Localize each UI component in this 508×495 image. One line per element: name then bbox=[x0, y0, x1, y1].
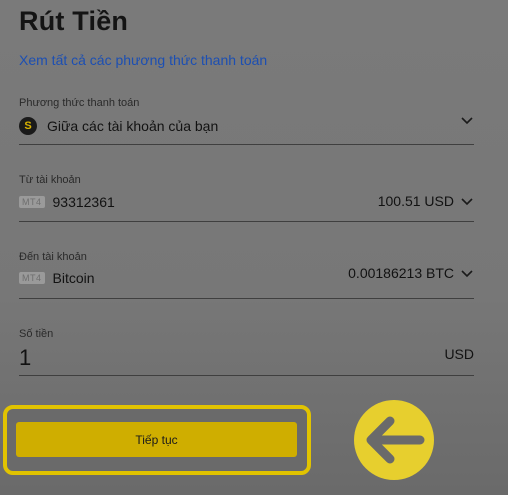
payment-method-label: Phương thức thanh toán bbox=[19, 97, 140, 109]
page-title: Rút Tiền bbox=[19, 6, 129, 36]
payment-method-select[interactable]: Phương thức thanh toán S Giữa các tài kh… bbox=[19, 97, 474, 145]
to-account-value-row: MT4 Bitcoin bbox=[19, 270, 95, 286]
platform-badge: MT4 bbox=[19, 272, 45, 284]
to-account-dropdown[interactable]: 0.00186213 BTC bbox=[348, 265, 474, 281]
withdraw-panel: Rút Tiền Xem tất cả các phương thức than… bbox=[0, 0, 508, 495]
divider bbox=[19, 144, 474, 145]
divider bbox=[19, 375, 474, 376]
chevron-down-icon bbox=[461, 270, 473, 278]
to-account-label: Đến tài khoản bbox=[19, 251, 87, 263]
from-account-value-row: MT4 93312361 bbox=[19, 194, 115, 210]
divider bbox=[19, 298, 474, 299]
payment-method-value: Giữa các tài khoản của bạn bbox=[47, 118, 219, 134]
amount-input[interactable]: 1 bbox=[19, 345, 31, 371]
coin-icon: S bbox=[19, 117, 37, 135]
amount-label: Số tiền bbox=[19, 328, 54, 340]
payment-method-value-row: S Giữa các tài khoản của bạn bbox=[19, 117, 218, 135]
arrow-pointer-circle bbox=[354, 400, 434, 480]
platform-badge: MT4 bbox=[19, 196, 45, 208]
view-all-payment-methods-link[interactable]: Xem tất cả các phương thức thanh toán bbox=[19, 52, 267, 68]
from-account-balance: 100.51 USD bbox=[377, 193, 454, 209]
amount-currency: USD bbox=[444, 346, 474, 362]
arrow-left-icon bbox=[366, 416, 425, 464]
divider bbox=[19, 221, 474, 222]
to-account-select[interactable]: Đến tài khoản MT4 Bitcoin 0.00186213 BTC bbox=[19, 251, 474, 299]
from-account-number: 93312361 bbox=[52, 194, 115, 210]
amount-field[interactable]: Số tiền 1 USD bbox=[19, 328, 474, 376]
payment-method-dropdown[interactable] bbox=[460, 115, 474, 125]
from-account-dropdown[interactable]: 100.51 USD bbox=[378, 193, 474, 209]
from-account-label: Từ tài khoản bbox=[19, 174, 81, 186]
to-account-name: Bitcoin bbox=[52, 270, 95, 286]
to-account-balance: 0.00186213 BTC bbox=[348, 265, 454, 281]
chevron-down-icon bbox=[461, 198, 473, 206]
from-account-select[interactable]: Từ tài khoản MT4 93312361 100.51 USD bbox=[19, 174, 474, 222]
continue-button[interactable]: Tiếp tục bbox=[16, 422, 297, 457]
chevron-down-icon bbox=[461, 117, 473, 125]
